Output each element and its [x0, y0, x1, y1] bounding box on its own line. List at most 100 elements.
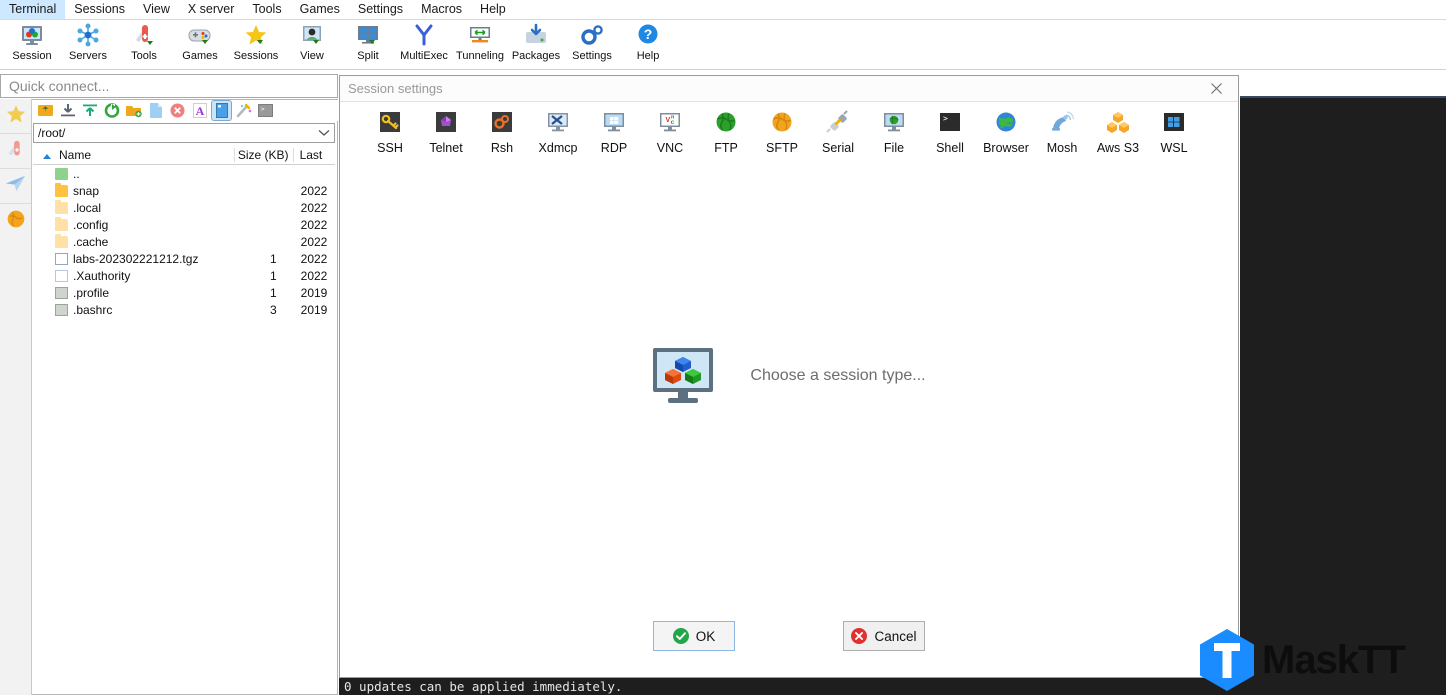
menu-tools[interactable]: Tools [243, 0, 290, 19]
terminal-icon[interactable]: > [256, 101, 275, 120]
document-icon [55, 269, 68, 282]
session-type-mosh[interactable]: Mosh [1034, 109, 1090, 155]
sidebar-favorites[interactable] [0, 99, 31, 134]
toolbar-tunneling-button[interactable]: Tunneling [452, 20, 508, 68]
aws-s3-icon [1105, 109, 1131, 135]
cancel-button[interactable]: Cancel [843, 621, 925, 651]
toolbar-multiexec-button[interactable]: MultiExec [396, 20, 452, 68]
menu-games[interactable]: Games [291, 0, 349, 19]
file-name: .config [73, 217, 109, 232]
download-icon[interactable] [58, 101, 77, 120]
svg-text:c: c [671, 119, 675, 126]
view-icon [299, 22, 325, 48]
column-header-size[interactable]: Size (KB) [234, 147, 292, 162]
menu-sessions[interactable]: Sessions [65, 0, 134, 19]
tools-icon [131, 22, 157, 48]
file-date: 2022 [300, 268, 328, 283]
sort-ascending-icon [43, 153, 51, 159]
binary-mode-icon[interactable] [211, 100, 232, 121]
dialog-title-bar[interactable]: Session settings [340, 76, 1238, 102]
toolbar-tools-label: Tools [131, 50, 157, 62]
chevron-down-icon[interactable] [318, 129, 330, 137]
toolbar-packages-button[interactable]: Packages [508, 20, 564, 68]
table-row[interactable]: .Xauthority 1 2022 [33, 267, 335, 284]
session-type-monitor-icon [652, 347, 714, 405]
sidebar-globe[interactable] [0, 204, 31, 238]
new-file-icon[interactable] [146, 101, 165, 120]
text-mode-icon[interactable]: A [190, 101, 209, 120]
session-type-browser[interactable]: Browser [978, 109, 1034, 155]
table-row[interactable]: .profile 1 2019 [33, 284, 335, 301]
packages-icon [523, 22, 549, 48]
session-type-wsl[interactable]: WSL [1146, 109, 1202, 155]
session-type-file[interactable]: File [866, 109, 922, 155]
session-type-telnet[interactable]: Telnet [418, 109, 474, 155]
column-size-label: Size (KB) [237, 147, 289, 162]
path-input[interactable]: /root/ [33, 123, 335, 143]
toolbar-settings-button[interactable]: Settings [564, 20, 620, 68]
servers-icon [75, 22, 101, 48]
table-row[interactable]: .bashrc 3 2019 [33, 301, 335, 318]
session-type-xdmcp[interactable]: Xdmcp [530, 109, 586, 155]
session-type-ftp[interactable]: FTP [698, 109, 754, 155]
session-type-label: Mosh [1046, 141, 1078, 155]
session-type-label: Shell [936, 141, 964, 155]
delete-icon[interactable] [168, 101, 187, 120]
toolbar-games-label: Games [182, 50, 218, 62]
refresh-icon[interactable] [102, 101, 121, 120]
rdp-windows-icon [601, 109, 627, 135]
magic-wand-icon[interactable] [234, 101, 253, 120]
toolbar-split-button[interactable]: Split [340, 20, 396, 68]
close-icon[interactable] [1194, 76, 1238, 101]
ok-button[interactable]: OK [653, 621, 735, 651]
menu-settings[interactable]: Settings [349, 0, 412, 19]
toolbar-view-button[interactable]: View [284, 20, 340, 68]
new-folder-icon[interactable] [124, 101, 143, 120]
sidebar-sftp[interactable] [0, 169, 31, 204]
table-row[interactable]: .. [33, 165, 335, 182]
menu-x-server[interactable]: X server [179, 0, 244, 19]
session-type-rdp[interactable]: RDP [586, 109, 642, 155]
toolbar-tools-button[interactable]: Tools [116, 20, 172, 68]
serial-plug-icon [825, 109, 851, 135]
menu-macros[interactable]: Macros [412, 0, 471, 19]
table-row[interactable]: .cache 2022 [33, 233, 335, 250]
svg-text:A: A [195, 104, 204, 118]
table-row[interactable]: snap 2022 [33, 182, 335, 199]
telnet-icon [433, 109, 459, 135]
menu-help[interactable]: Help [471, 0, 515, 19]
quick-connect-input[interactable]: Quick connect... [0, 74, 338, 98]
session-type-list: SSH Telnet Rsh Xdmcp RDP V n c VNC FTP S… [340, 109, 1238, 179]
toolbar-session-button[interactable]: Session [4, 20, 60, 68]
column-header-last[interactable]: Last [292, 147, 335, 162]
session-type-vnc[interactable]: V n c VNC [642, 109, 698, 155]
session-type-shell[interactable]: > Shell [922, 109, 978, 155]
session-type-sftp[interactable]: SFTP [754, 109, 810, 155]
file-name: .local [73, 200, 102, 215]
toolbar-servers-button[interactable]: Servers [60, 20, 116, 68]
menu-terminal[interactable]: Terminal [0, 0, 66, 19]
session-type-serial[interactable]: Serial [810, 109, 866, 155]
column-header-name[interactable]: Name [33, 148, 234, 162]
file-size: 1 [269, 251, 277, 266]
session-type-ssh[interactable]: SSH [362, 109, 418, 155]
tunneling-icon [467, 22, 493, 48]
session-type-label: VNC [656, 141, 684, 155]
upload-icon[interactable] [80, 101, 99, 120]
toolbar-sessions-button[interactable]: Sessions [228, 20, 284, 68]
toolbar-split-label: Split [357, 50, 379, 62]
parent-folder-icon[interactable] [36, 101, 55, 120]
sftp-globe-icon [769, 109, 795, 135]
table-row[interactable]: .config 2022 [33, 216, 335, 233]
session-type-rsh[interactable]: Rsh [474, 109, 530, 155]
sidebar-tools[interactable] [0, 134, 31, 169]
folder-pale-icon [55, 216, 68, 231]
menu-view[interactable]: View [134, 0, 179, 19]
terminal-area[interactable] [1240, 98, 1446, 695]
file-date: 2019 [300, 302, 328, 317]
table-row[interactable]: labs-202302221212.tgz 1 2022 [33, 250, 335, 267]
session-type-aws-s3[interactable]: Aws S3 [1090, 109, 1146, 155]
toolbar-help-button[interactable]: ? Help [620, 20, 676, 68]
table-row[interactable]: .local 2022 [33, 199, 335, 216]
toolbar-games-button[interactable]: Games [172, 20, 228, 68]
